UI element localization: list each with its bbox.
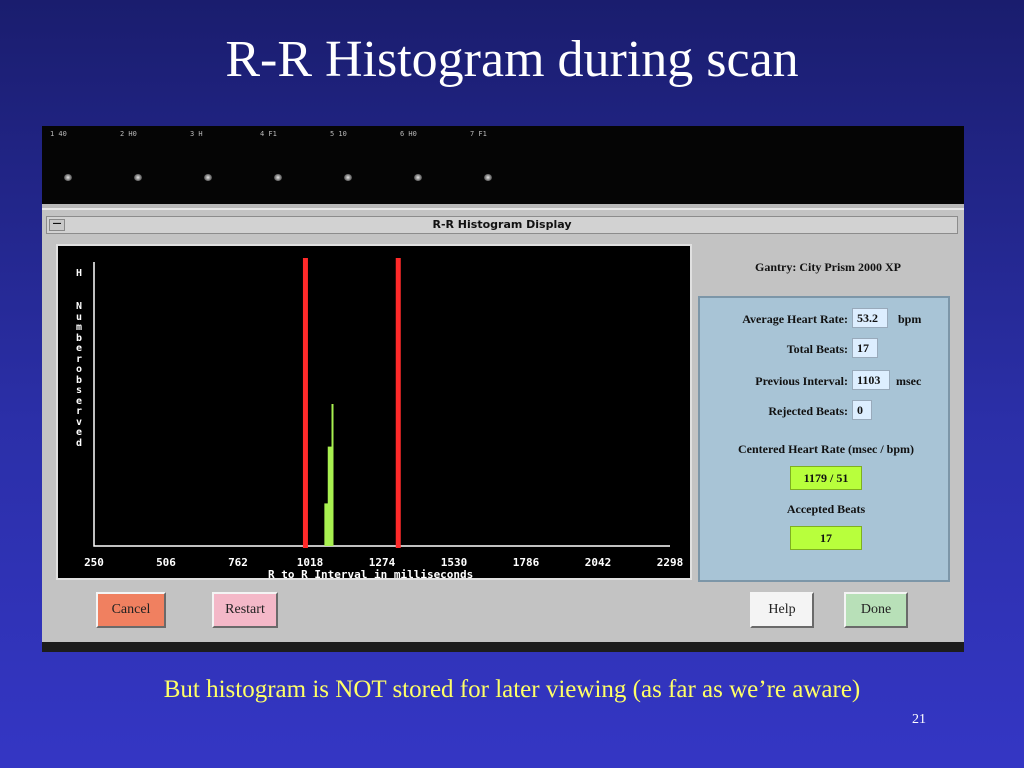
x-tick-label: 2298 <box>656 556 684 569</box>
thumbnail[interactable]: 2 H0 <box>112 126 182 204</box>
window-title: R-R Histogram Display <box>432 218 572 231</box>
x-tick-label: 2042 <box>584 556 612 569</box>
slide-caption: But histogram is NOT stored for later vi… <box>163 676 861 703</box>
x-axis-title: R to R Interval in milliseconds <box>268 568 474 581</box>
slide-title: R-R Histogram during scan <box>225 31 799 88</box>
thumbnail-image <box>344 174 352 181</box>
avg-hr-value: 53.2 <box>852 308 888 328</box>
x-tick-label: 1786 <box>512 556 540 569</box>
avg-hr-unit: bpm <box>898 312 922 326</box>
total-beats-label: Total Beats: <box>786 342 848 356</box>
limit-line[interactable] <box>395 258 401 548</box>
y-axis-title: Number observed <box>76 301 89 449</box>
thumbnail-label: 6 H0 <box>400 130 417 138</box>
thumbnail-image <box>414 174 422 181</box>
thumbnail-image <box>64 174 72 181</box>
rejected-beats-value: 0 <box>852 400 872 420</box>
rejected-beats-label: Rejected Beats: <box>768 404 848 418</box>
thumbnail-image <box>484 174 492 181</box>
window-menu-icon[interactable]: — <box>49 219 65 231</box>
thumbnail[interactable]: 6 H0 <box>392 126 462 204</box>
accepted-beats-label: Accepted Beats <box>786 502 866 516</box>
thumbnail[interactable]: 4 F1 <box>252 126 322 204</box>
histogram-plot: H Number observed 250 506 762 1018 1274 1530 1… <box>56 244 692 581</box>
done-button[interactable]: Done <box>844 592 908 628</box>
help-button[interactable]: Help <box>750 592 814 628</box>
thumbnail[interactable]: 1 40 <box>42 126 112 204</box>
histogram-window: — R-R Histogram Display H Number observe… <box>42 208 964 652</box>
thumbnail[interactable]: 5 10 <box>322 126 392 204</box>
thumbnail-label: 7 F1 <box>470 130 487 138</box>
axis-lines <box>93 262 670 547</box>
histogram-bar <box>331 404 334 546</box>
total-beats-value: 17 <box>852 338 878 358</box>
thumbnail-image <box>274 174 282 181</box>
cancel-button[interactable]: Cancel <box>96 592 166 628</box>
avg-hr-label: Average Heart Rate: <box>742 312 848 326</box>
prev-interval-value: 1103 <box>852 370 890 390</box>
gantry-label: Gantry: City Prism 2000 XP <box>755 260 901 274</box>
restart-button[interactable]: Restart <box>212 592 278 628</box>
thumbnail-label: 1 40 <box>50 130 67 138</box>
thumbnail-label: 3 H <box>190 130 203 138</box>
page-number: 21 <box>912 712 926 727</box>
x-tick-label: 506 <box>156 556 176 569</box>
limit-line[interactable] <box>302 258 308 548</box>
stats-panel: Average Heart Rate: 53.2 bpm Total Beats… <box>698 296 950 582</box>
y-top-label: H <box>76 268 83 279</box>
thumbnail-label: 2 H0 <box>120 130 137 138</box>
thumbnail-image <box>134 174 142 181</box>
centered-hr-label: Centered Heart Rate (msec / bpm) <box>737 442 915 456</box>
app-screenshot: 1 40 2 H0 3 H 4 F1 5 10 6 H0 7 F1 — R-R … <box>42 126 964 652</box>
prev-interval-unit: msec <box>896 374 922 388</box>
histogram-svg <box>93 258 670 548</box>
thumbnail-label: 5 10 <box>330 130 347 138</box>
centered-hr-value: 1179 / 51 <box>790 466 862 490</box>
thumbnail-image <box>204 174 212 181</box>
x-tick-label: 250 <box>84 556 104 569</box>
window-titlebar[interactable]: — R-R Histogram Display <box>46 216 958 234</box>
x-tick-label: 762 <box>228 556 248 569</box>
thumbnail-strip: 1 40 2 H0 3 H 4 F1 5 10 6 H0 7 F1 <box>42 126 964 204</box>
prev-interval-label: Previous Interval: <box>755 374 848 388</box>
window-bottom-bar <box>42 642 964 652</box>
thumbnail[interactable]: 3 H <box>182 126 252 204</box>
thumbnail[interactable]: 7 F1 <box>462 126 532 204</box>
accepted-beats-value: 17 <box>790 526 862 550</box>
thumbnail-label: 4 F1 <box>260 130 277 138</box>
